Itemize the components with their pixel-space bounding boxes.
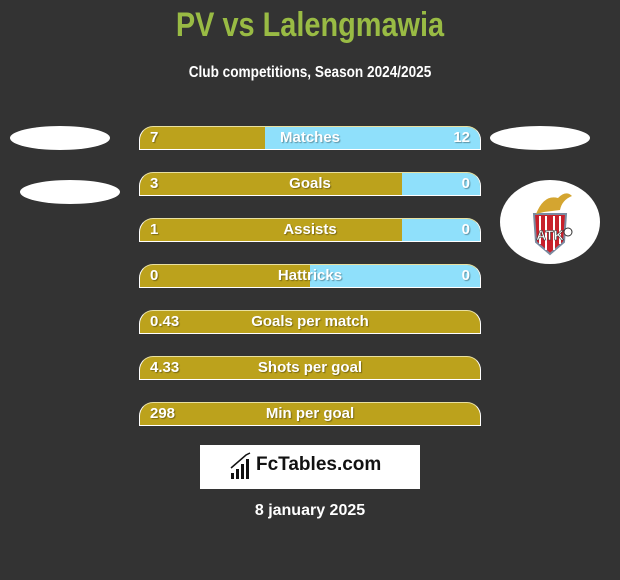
page-title: PV vs Lalengmawia [175,6,445,44]
atk-club-crest-icon: ATK [532,193,573,256]
stat-label: Goals [289,175,331,192]
competition-subtitle: Club competitions, Season 2024/2025 [188,64,432,81]
left-player-badge-placeholder-2 [20,180,120,204]
right-value: 0 [461,175,470,192]
stat-label: Assists [283,221,337,238]
stat-row-goals: 3 Goals 0 [139,172,481,196]
right-value: 12 [453,129,470,146]
right-player-badge-placeholder [490,126,590,150]
svg-text:ATK: ATK [536,227,564,243]
stat-row-min-per-goal: 298 Min per goal [139,402,481,426]
stat-label: Goals per match [251,313,369,330]
stat-label: Hattricks [277,267,343,284]
brand-name: FcTables.com [256,454,382,475]
stat-row-hattricks: 0 Hattricks 0 [139,264,481,288]
stat-row-shots-per-goal: 4.33 Shots per goal [139,356,481,380]
right-team-logo: ATK [500,180,600,264]
left-player-badge-placeholder [10,126,110,150]
right-value: 0 [461,221,470,238]
stat-row-assists: 1 Assists 0 [139,218,481,242]
stat-label: Min per goal [265,405,355,422]
right-value: 0 [461,267,470,284]
bar-chart-icon [230,452,251,479]
fctables-brand-banner[interactable]: FcTables.com [200,445,420,489]
report-date: 8 january 2025 [254,502,366,519]
stat-row-goals-per-match: 0.43 Goals per match [139,310,481,334]
stat-row-matches: 7 Matches 12 [139,126,481,150]
stat-label: Matches [279,129,341,146]
stat-label: Shots per goal [257,359,363,376]
